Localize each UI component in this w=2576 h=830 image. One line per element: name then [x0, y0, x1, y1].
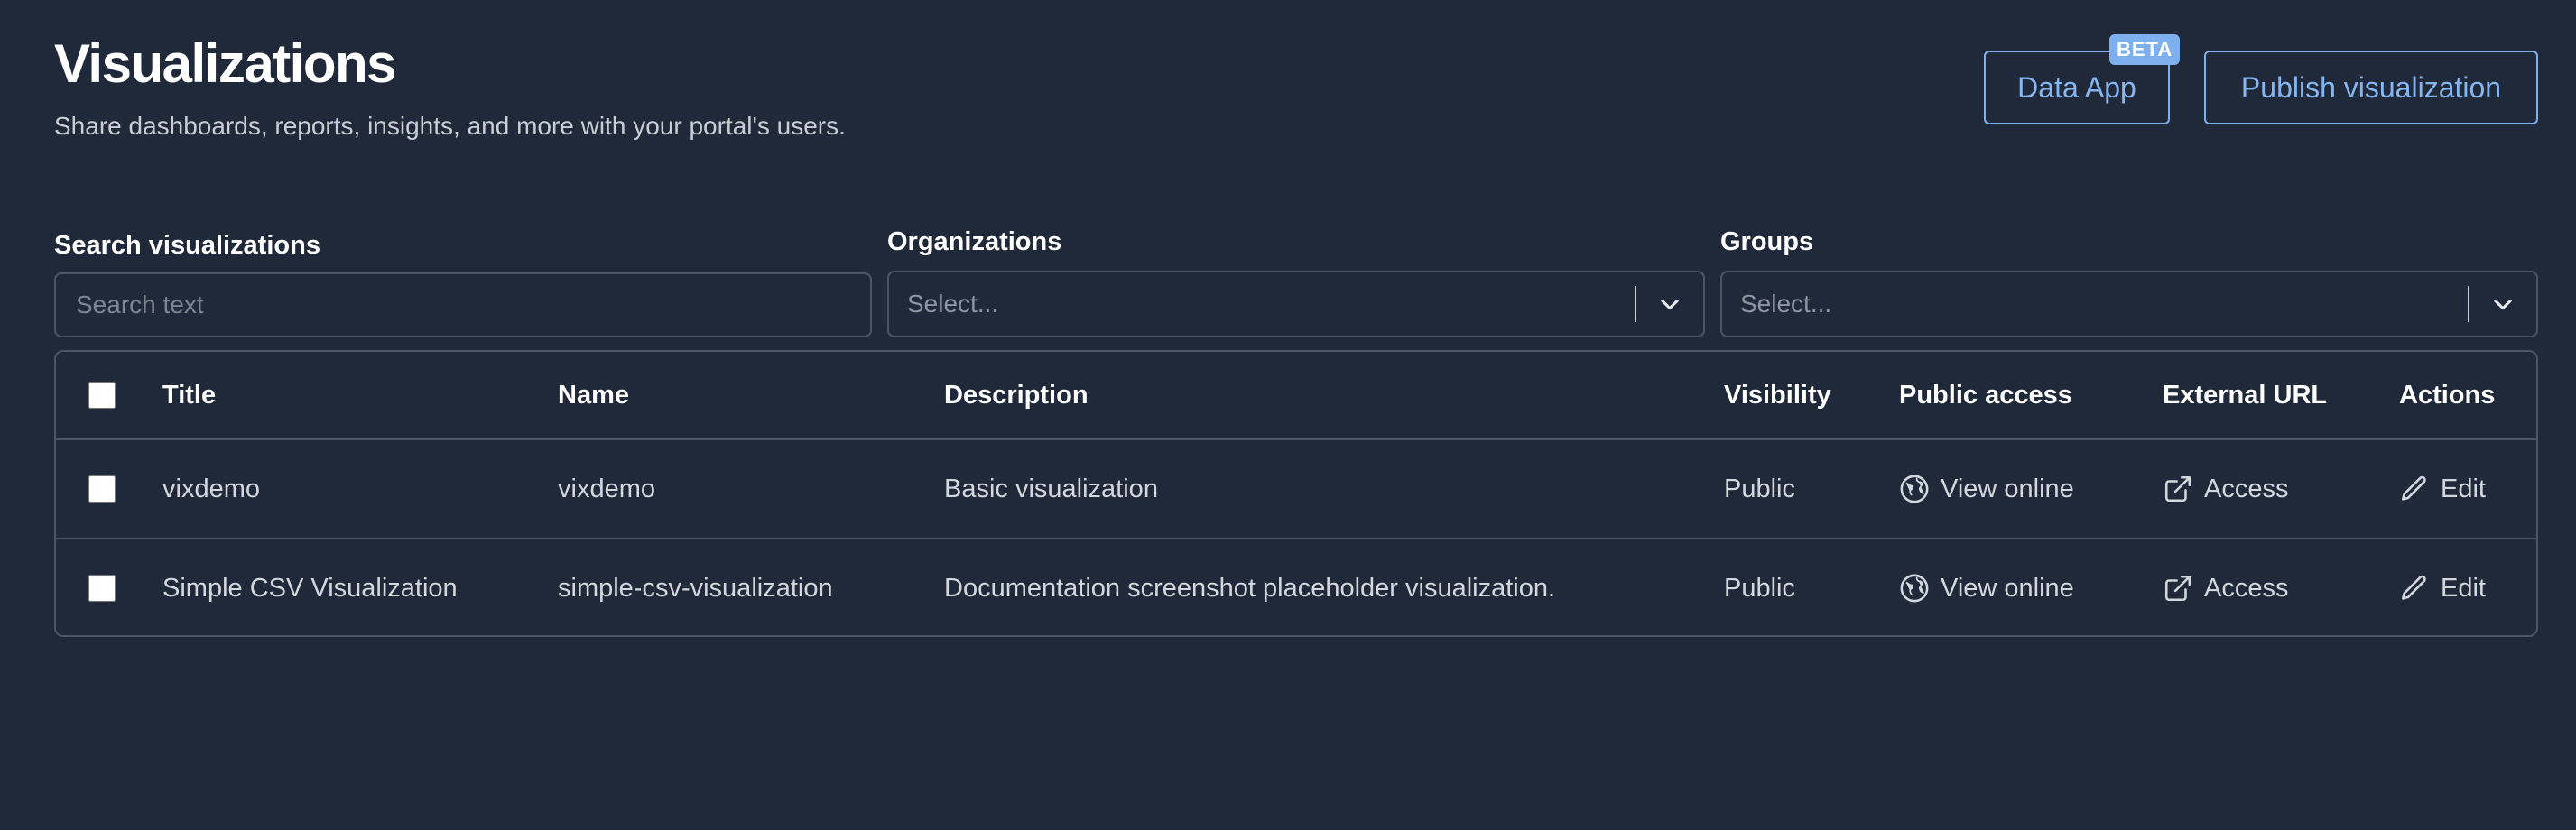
- column-header-name: Name: [558, 380, 629, 410]
- row-select-cell: [85, 540, 118, 637]
- select-all-cell: [85, 352, 118, 438]
- groups-select-placeholder: Select...: [1740, 290, 1832, 318]
- column-header-public-access: Public access: [1899, 380, 2072, 410]
- edit-link[interactable]: Edit: [2399, 440, 2486, 538]
- row-visibility: Public: [1724, 573, 1795, 603]
- organizations-label: Organizations: [887, 227, 1062, 256]
- column-header-external-url: External URL: [2163, 380, 2328, 410]
- chevron-down-icon[interactable]: [2469, 272, 2536, 336]
- external-link-icon: [2163, 573, 2193, 604]
- select-all-checkbox[interactable]: [88, 382, 116, 409]
- edit-label: Edit: [2441, 474, 2486, 503]
- page-title: Visualizations: [54, 33, 397, 94]
- view-online-label: View online: [1941, 474, 2074, 503]
- row-description: Basic visualization: [944, 474, 1158, 503]
- beta-badge: BETA: [2109, 34, 2181, 65]
- column-header-actions: Actions: [2399, 380, 2496, 410]
- search-input[interactable]: [56, 274, 870, 336]
- access-label: Access: [2204, 474, 2289, 503]
- pencil-icon: [2399, 474, 2430, 504]
- column-header-title: Title: [162, 380, 217, 410]
- row-name: vixdemo: [558, 474, 655, 503]
- row-description: Documentation screenshot placeholder vis…: [944, 573, 1556, 603]
- column-header-visibility: Visibility: [1724, 380, 1831, 410]
- external-link-icon: [2163, 474, 2193, 504]
- row-title: Simple CSV Visualization: [162, 573, 458, 603]
- visualizations-table: Title Name Description Visibility Public…: [54, 350, 2538, 637]
- page-subtitle: Share dashboards, reports, insights, and…: [54, 112, 846, 140]
- row-title: vixdemo: [162, 474, 260, 503]
- publish-visualization-button[interactable]: Publish visualization: [2204, 51, 2538, 124]
- access-link[interactable]: Access: [2163, 440, 2288, 538]
- row-visibility: Public: [1724, 474, 1795, 503]
- chevron-down-icon[interactable]: [1636, 272, 1703, 336]
- search-label: Search visualizations: [54, 231, 320, 260]
- access-label: Access: [2204, 573, 2289, 603]
- row-checkbox[interactable]: [88, 475, 116, 503]
- view-online-link[interactable]: View online: [1899, 440, 2074, 538]
- organizations-select[interactable]: Select...: [887, 271, 1705, 337]
- table-row: vixdemo vixdemo Basic visualization Publ…: [56, 440, 2536, 540]
- row-checkbox[interactable]: [88, 575, 116, 602]
- column-header-description: Description: [944, 380, 1089, 410]
- access-link[interactable]: Access: [2163, 540, 2288, 637]
- globe-icon: [1899, 474, 1930, 504]
- globe-icon: [1899, 573, 1930, 604]
- row-name: simple-csv-visualization: [558, 573, 833, 603]
- groups-select[interactable]: Select...: [1720, 271, 2538, 337]
- row-select-cell: [85, 440, 118, 538]
- view-online-link[interactable]: View online: [1899, 540, 2074, 637]
- search-field-wrapper: [54, 272, 872, 337]
- edit-link[interactable]: Edit: [2399, 540, 2486, 637]
- table-row: Simple CSV Visualization simple-csv-visu…: [56, 540, 2536, 637]
- organizations-select-placeholder: Select...: [907, 290, 999, 318]
- pencil-icon: [2399, 573, 2430, 604]
- edit-label: Edit: [2441, 573, 2486, 603]
- groups-label: Groups: [1720, 227, 1814, 256]
- table-header-row: Title Name Description Visibility Public…: [56, 352, 2536, 440]
- view-online-label: View online: [1941, 573, 2074, 603]
